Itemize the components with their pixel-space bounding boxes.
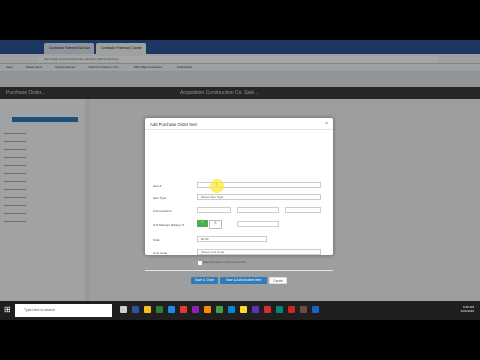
app-icon[interactable] bbox=[276, 306, 283, 313]
divider bbox=[145, 270, 333, 271]
item-type-label: Item Type bbox=[153, 196, 167, 200]
markup-input[interactable] bbox=[237, 221, 279, 227]
windows-start-icon[interactable]: ⊞ bbox=[4, 306, 12, 314]
app-icon[interactable] bbox=[216, 306, 223, 313]
app-icon[interactable] bbox=[264, 306, 271, 313]
explorer-icon[interactable] bbox=[144, 306, 151, 313]
app-icon[interactable] bbox=[168, 306, 175, 313]
unit-cost-label: Unit Cost/Unit bbox=[153, 209, 172, 213]
quantity-input[interactable] bbox=[197, 207, 231, 213]
windows-taskbar: ⊞ Type here to search 9:45 AM 12/3/2019 bbox=[0, 301, 480, 320]
app-icon[interactable] bbox=[204, 306, 211, 313]
total-field: $0.00 bbox=[197, 236, 267, 242]
total-label: Total bbox=[153, 238, 160, 242]
mouse-highlight bbox=[210, 179, 224, 193]
chrome-icon[interactable] bbox=[240, 306, 247, 313]
save-close-button[interactable]: Save & Close bbox=[191, 277, 218, 284]
desktop-screen: Contractor Foreman Sub Acc Contractor Fo… bbox=[0, 40, 480, 320]
dialog-title: Add Purchase Order Item bbox=[150, 122, 198, 127]
add-purchase-order-item-dialog: Add Purchase Order Item × Item # 1 Item … bbox=[145, 118, 333, 284]
edge-icon[interactable] bbox=[132, 306, 139, 313]
unit-input[interactable] bbox=[285, 207, 321, 213]
unit-cost-input[interactable] bbox=[237, 207, 279, 213]
taskbar-search-input[interactable]: Type here to search bbox=[15, 304, 112, 317]
cost-code-select[interactable]: Select Cost Code bbox=[197, 249, 321, 255]
cancel-button[interactable]: Cancel bbox=[269, 277, 287, 284]
app-icon[interactable] bbox=[288, 306, 295, 313]
item-type-select[interactable]: Select Item Type bbox=[197, 194, 321, 200]
check-icon: ✓ bbox=[201, 220, 204, 224]
app-icon[interactable] bbox=[156, 306, 163, 313]
item-number-label: Item # bbox=[153, 184, 162, 188]
app-icon[interactable] bbox=[252, 306, 259, 313]
app-icon[interactable] bbox=[300, 306, 307, 313]
app-icon[interactable] bbox=[180, 306, 187, 313]
dollar-icon: $ bbox=[214, 221, 217, 225]
task-view-icon[interactable] bbox=[120, 306, 127, 313]
app-icon[interactable] bbox=[312, 306, 319, 313]
app-icon[interactable] bbox=[192, 306, 199, 313]
markup-percent-toggle[interactable]: ✓ bbox=[197, 220, 208, 227]
close-icon[interactable]: × bbox=[325, 121, 328, 127]
markup-dollar-toggle[interactable]: $ bbox=[209, 220, 222, 229]
system-clock[interactable]: 9:45 AM 12/3/2019 bbox=[461, 305, 474, 313]
save-add-another-button[interactable]: Save & Add Another Item bbox=[220, 277, 267, 284]
checkbox-label: Save this item to your items list? bbox=[203, 260, 247, 264]
cost-code-label: Cost Code bbox=[153, 251, 168, 255]
app-icon[interactable] bbox=[228, 306, 235, 313]
divider bbox=[145, 129, 333, 130]
markup-label: Unit Markup/ Markup % bbox=[153, 223, 185, 227]
